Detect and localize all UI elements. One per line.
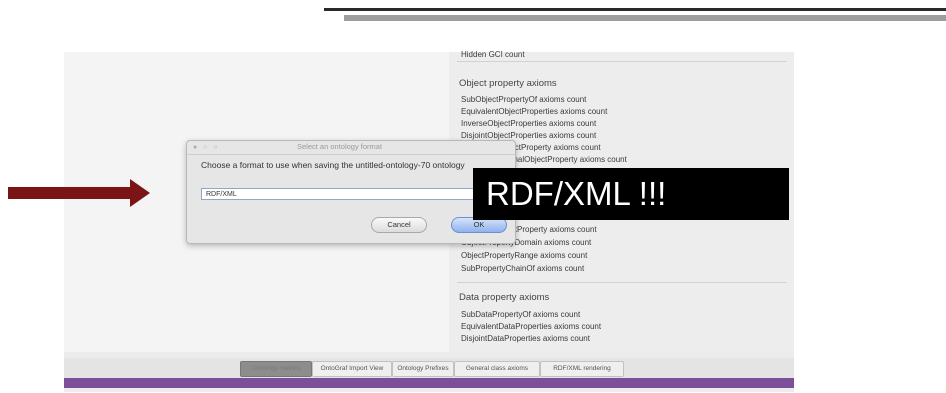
tab-ontograf-import-view[interactable]: OntoGraf Import View <box>312 361 392 377</box>
slide-top-rule <box>324 8 946 11</box>
section-header-object-property: Object property axioms <box>459 78 557 89</box>
metric-row: ObjectPropertyRange axioms count <box>461 251 588 260</box>
tab-ontology-metrics[interactable]: Ontology metrics <box>240 361 312 377</box>
metric-row: SubDataPropertyOf axioms count <box>461 310 581 319</box>
cancel-button[interactable]: Cancel <box>371 217 427 233</box>
bottom-tab-bar: Ontology metrics OntoGraf Import View On… <box>64 358 794 378</box>
metric-row: InverseObjectProperties axioms count <box>461 119 597 128</box>
dialog-title: Select an ontology format <box>297 142 383 151</box>
metric-row: SubObjectPropertyOf axioms count <box>461 95 587 104</box>
section-header-data-property: Data property axioms <box>459 292 550 303</box>
metric-row: DisjointDataProperties axioms count <box>461 334 590 343</box>
format-select[interactable]: RDF/XML <box>201 188 503 200</box>
metric-row: Hidden GCI count <box>461 50 525 59</box>
tab-ontology-prefixes[interactable]: Ontology Prefixes <box>392 361 454 377</box>
annotation-callout: RDF/XML !!! <box>473 168 789 220</box>
slide-top-rule-gray <box>344 15 946 21</box>
dialog-prompt: Choose a format to use when saving the u… <box>201 160 465 170</box>
metric-row: DisjointObjectProperties axioms count <box>461 131 597 140</box>
tab-general-class-axioms[interactable]: General class axioms <box>454 361 540 377</box>
pointer-arrow-icon <box>8 179 150 207</box>
metric-row: SubPropertyChainOf axioms count <box>461 264 585 273</box>
dialog-title-bar: ● ○ ○ Select an ontology format <box>187 141 515 155</box>
section-divider <box>457 61 787 62</box>
purple-accent-bar <box>64 378 794 388</box>
save-format-dialog: ● ○ ○ Select an ontology format Choose a… <box>186 140 516 244</box>
section-divider <box>457 282 787 283</box>
window-controls-icon[interactable]: ● ○ ○ <box>193 144 220 151</box>
metric-row: EquivalentObjectProperties axioms count <box>461 107 608 116</box>
tab-rdf-xml-rendering[interactable]: RDF/XML rendering <box>540 361 624 377</box>
metric-row: EquivalentDataProperties axioms count <box>461 322 602 331</box>
